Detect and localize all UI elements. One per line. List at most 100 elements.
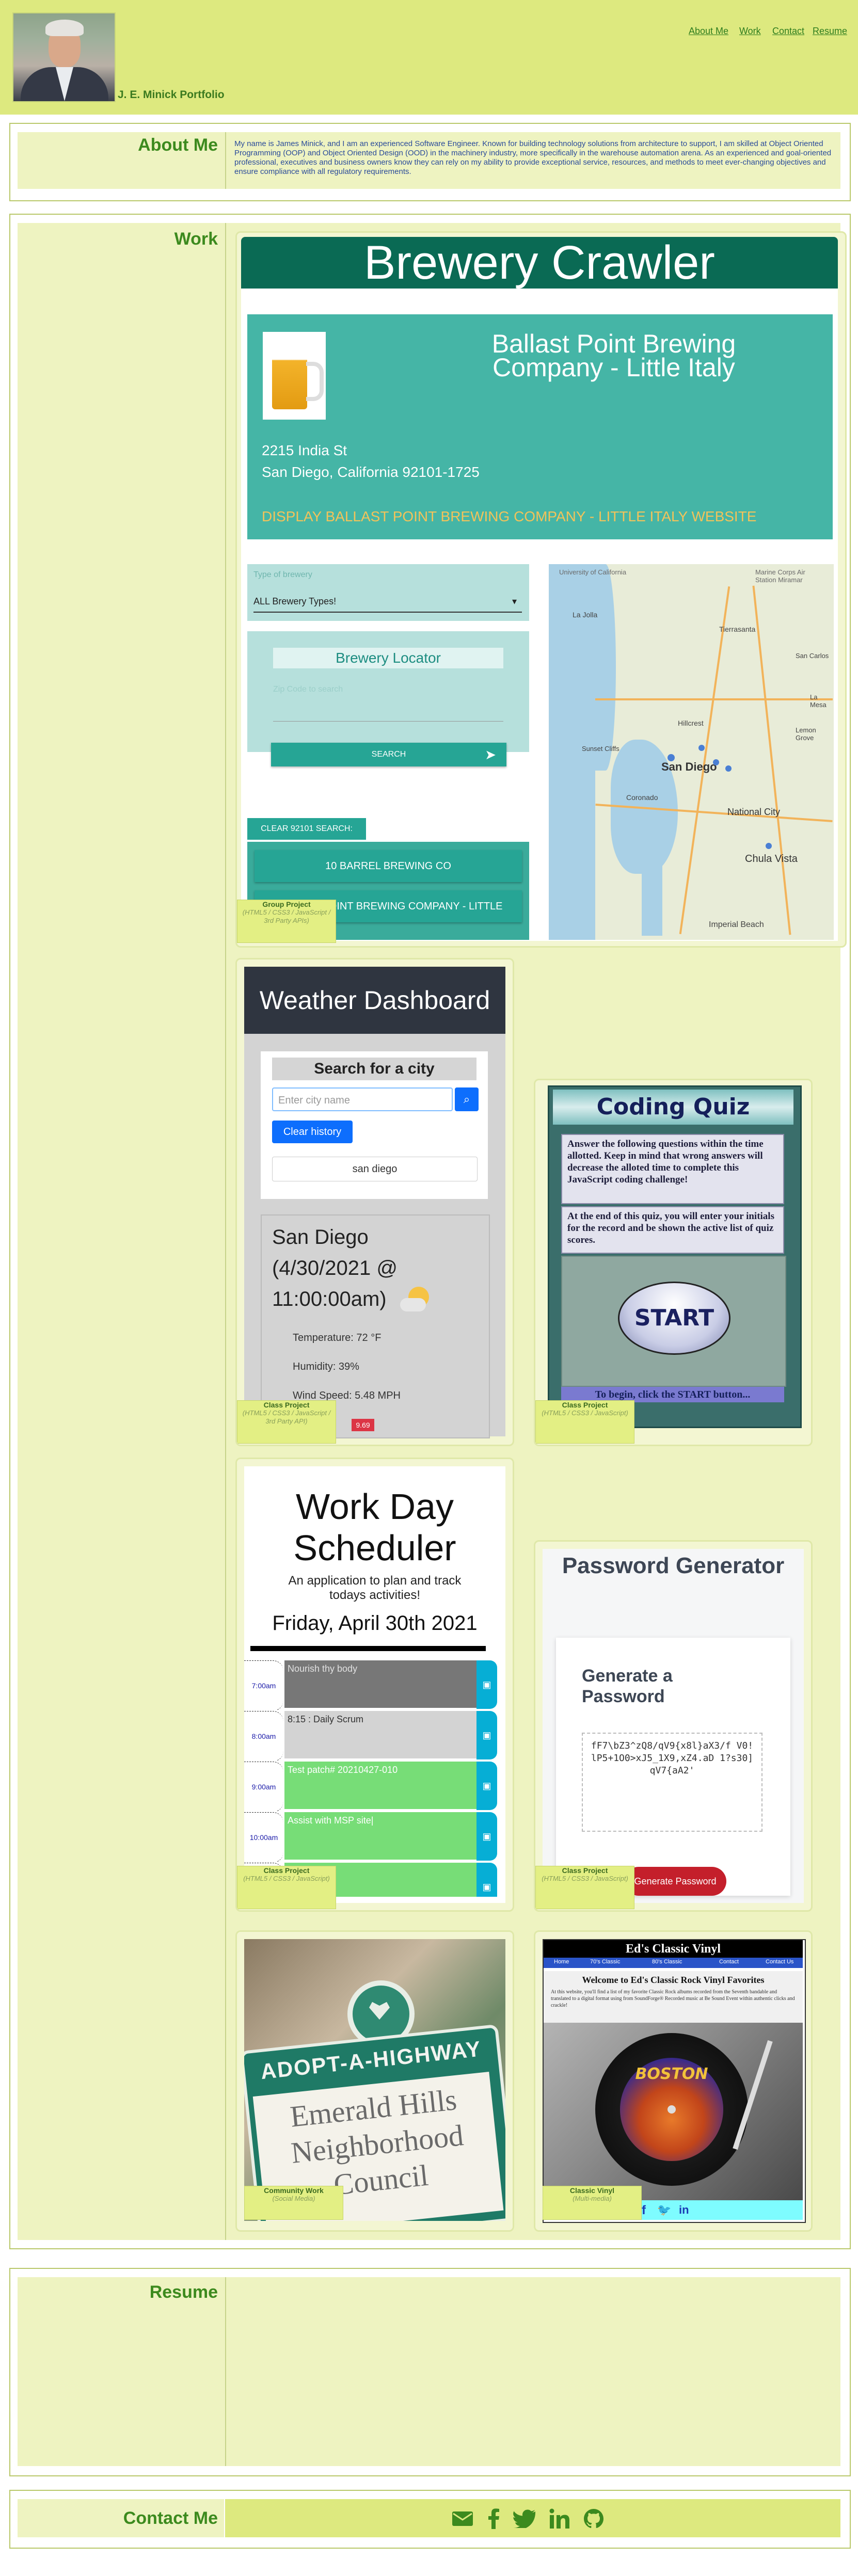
search-button-label: SEARCH xyxy=(371,750,406,759)
clear-search-button[interactable]: CLEAR 92101 SEARCH: xyxy=(247,818,366,840)
save-icon[interactable]: ▣ xyxy=(476,1863,497,1897)
map-marker[interactable] xyxy=(725,765,732,772)
zip-code-input[interactable]: Zip Code to search xyxy=(273,685,503,722)
save-icon[interactable]: ▣ xyxy=(476,1812,497,1861)
save-icon[interactable]: ▣ xyxy=(476,1660,497,1709)
dropdown-arrow-icon: ▾ xyxy=(512,596,517,606)
weather-date: (4/30/2021 @ xyxy=(272,1257,398,1279)
vinyl-nav-item[interactable]: Contact Us xyxy=(766,1959,793,1965)
map-marker[interactable] xyxy=(713,759,719,765)
brewery-address-line2: San Diego, California 92101-1725 xyxy=(262,464,480,480)
weather-dashboard-card[interactable]: Weather Dashboard Search for a city Ente… xyxy=(235,958,514,1446)
envelope-icon[interactable] xyxy=(451,2509,474,2528)
brewery-search-button[interactable]: SEARCH ➤ xyxy=(271,743,506,766)
resume-heading: Resume xyxy=(149,2282,218,2302)
weather-temperature: Temperature: 72 °F xyxy=(293,1332,382,1343)
map-marker[interactable] xyxy=(766,843,772,849)
quiz-title: Coding Quiz xyxy=(553,1090,793,1125)
linkedin-icon[interactable] xyxy=(549,2508,570,2529)
generate-password-button[interactable]: Generate Password xyxy=(624,1867,726,1896)
vinyl-record: BOSTON xyxy=(595,2033,748,2186)
nav-resume[interactable]: Resume xyxy=(813,26,847,37)
password-card-title: Generate a Password xyxy=(582,1666,673,1706)
github-icon[interactable] xyxy=(583,2508,604,2529)
brewery-type-select[interactable]: ALL Brewery Types! ▾ xyxy=(253,591,522,613)
weather-search-panel: Search for a city Enter city name ⌕ Clea… xyxy=(261,1051,488,1199)
time-block-input[interactable]: Nourish thy body xyxy=(284,1660,476,1709)
map-label: Tierrasanta xyxy=(719,625,756,633)
zip-code-placeholder: Zip Code to search xyxy=(273,685,343,694)
save-icon[interactable]: ▣ xyxy=(476,1762,497,1810)
tag-title: Class Project xyxy=(263,1866,310,1875)
map-marker[interactable] xyxy=(698,745,705,751)
password-title: Password Generator xyxy=(562,1553,785,1578)
tag-title: Class Project xyxy=(562,1401,608,1409)
quiz-start-button[interactable]: START xyxy=(618,1282,730,1355)
time-block-row: 10:00am Assist with MSP site| ▣ xyxy=(244,1812,502,1862)
map-label: University of California xyxy=(559,568,627,576)
vinyl-nav-item[interactable]: Contact xyxy=(719,1959,739,1965)
weather-title: Weather Dashboard xyxy=(244,967,505,1034)
brewery-website-link[interactable]: DISPLAY BALLAST POINT BREWING COMPANY - … xyxy=(262,508,756,525)
save-icon[interactable]: ▣ xyxy=(476,1711,497,1759)
vinyl-welcome: Welcome to Ed's Classic Rock Vinyl Favor… xyxy=(582,1975,765,1985)
clear-history-button[interactable]: Clear history xyxy=(272,1121,353,1143)
brewery-map[interactable]: University of California Marine Corps Ai… xyxy=(549,564,834,940)
tag-subtitle: (HTML5 / CSS3 / JavaScript / 3rd Party A… xyxy=(242,908,331,924)
linkedin-icon[interactable]: in xyxy=(679,2203,689,2217)
nav-contact[interactable]: Contact xyxy=(772,26,804,37)
brewery-crawler-card[interactable]: Brewery Crawler Ballast Point Brewing Co… xyxy=(235,231,847,948)
resume-divider xyxy=(225,2277,226,2466)
classic-vinyl-card[interactable]: Ed's Classic Vinyl Home 70's Classic 80'… xyxy=(534,1930,813,2232)
map-label: La Mesa xyxy=(810,693,827,709)
vinyl-nav-item[interactable]: Home xyxy=(554,1959,569,1965)
album-title: BOSTON xyxy=(635,2065,708,2083)
tag-subtitle: (HTML5 / CSS3 / JavaScript / 3rd Party A… xyxy=(242,1409,331,1425)
tag-title: Classic Vinyl xyxy=(569,2186,615,2195)
time-block-input[interactable]: Assist with MSP site| xyxy=(284,1812,476,1861)
facebook-icon[interactable]: f xyxy=(642,2203,646,2218)
project-tag: Classic Vinyl (Multi-media) xyxy=(543,2186,642,2220)
coastline xyxy=(595,564,616,771)
highway-line xyxy=(595,698,833,700)
brewery-result-item[interactable]: 10 BARREL BREWING CO xyxy=(255,850,522,882)
nav-about-me[interactable]: About Me xyxy=(689,26,728,37)
quiz-instructions: Answer the following questions within th… xyxy=(561,1134,784,1204)
project-tag: Class Project (HTML5 / CSS3 / JavaScript… xyxy=(535,1400,634,1444)
twitter-icon[interactable]: 🐦 xyxy=(657,2203,671,2217)
project-tag: Group Project (HTML5 / CSS3 / JavaScript… xyxy=(237,900,336,943)
password-generator-card[interactable]: Password Generator Generate a Password f… xyxy=(534,1540,813,1912)
beer-mug-image xyxy=(263,332,326,420)
work-day-scheduler-card[interactable]: Work Day Scheduler An application to pla… xyxy=(235,1458,514,1912)
vinyl-nav-item[interactable]: 80's Classic xyxy=(652,1959,682,1965)
city-search-input[interactable]: Enter city name xyxy=(272,1087,453,1111)
map-label: Hillcrest xyxy=(678,719,704,727)
vinyl-nav-item[interactable]: 70's Classic xyxy=(590,1959,620,1965)
adopt-a-highway-card[interactable]: ADOPT-A-HIGHWAY Emerald Hills Neighborho… xyxy=(235,1930,514,2232)
time-block-input[interactable]: Test patch# 20210427-010 xyxy=(284,1762,476,1810)
search-icon[interactable]: ⌕ xyxy=(455,1087,479,1111)
time-block-input[interactable]: 8:15 : Daily Scrum xyxy=(284,1711,476,1759)
time-label: 8:00am xyxy=(244,1711,283,1761)
tag-title: Class Project xyxy=(263,1401,310,1409)
profile-photo xyxy=(12,12,116,102)
map-label: Sunset Cliffs xyxy=(582,745,619,753)
brewery-detail-panel: Ballast Point Brewing Company - Little I… xyxy=(247,314,833,539)
facebook-icon[interactable] xyxy=(487,2508,500,2529)
tag-title: Community Work xyxy=(264,2186,324,2195)
project-tag: Class Project (HTML5 / CSS3 / JavaScript… xyxy=(535,1866,634,1909)
map-label: Imperial Beach xyxy=(709,920,764,929)
about-heading: About Me xyxy=(138,135,218,155)
time-block-row: 7:00am Nourish thy body ▣ xyxy=(244,1660,502,1710)
twitter-icon[interactable] xyxy=(513,2509,536,2528)
tag-title: Group Project xyxy=(262,900,311,908)
time-label: 10:00am xyxy=(244,1812,283,1862)
password-output[interactable]: fF7\bZ3^zQ8/qV9{x8l}aX3/f V0!lP5+1O0>xJ5… xyxy=(582,1733,762,1832)
coding-quiz-card[interactable]: Coding Quiz Answer the following questio… xyxy=(534,1079,813,1446)
time-label: 7:00am xyxy=(244,1660,283,1710)
map-marker[interactable] xyxy=(668,754,675,761)
weather-time: 11:00:00am) xyxy=(272,1288,387,1310)
nav-work[interactable]: Work xyxy=(739,26,761,37)
map-label: San Carlos xyxy=(796,652,829,660)
history-item[interactable]: san diego xyxy=(272,1157,478,1181)
